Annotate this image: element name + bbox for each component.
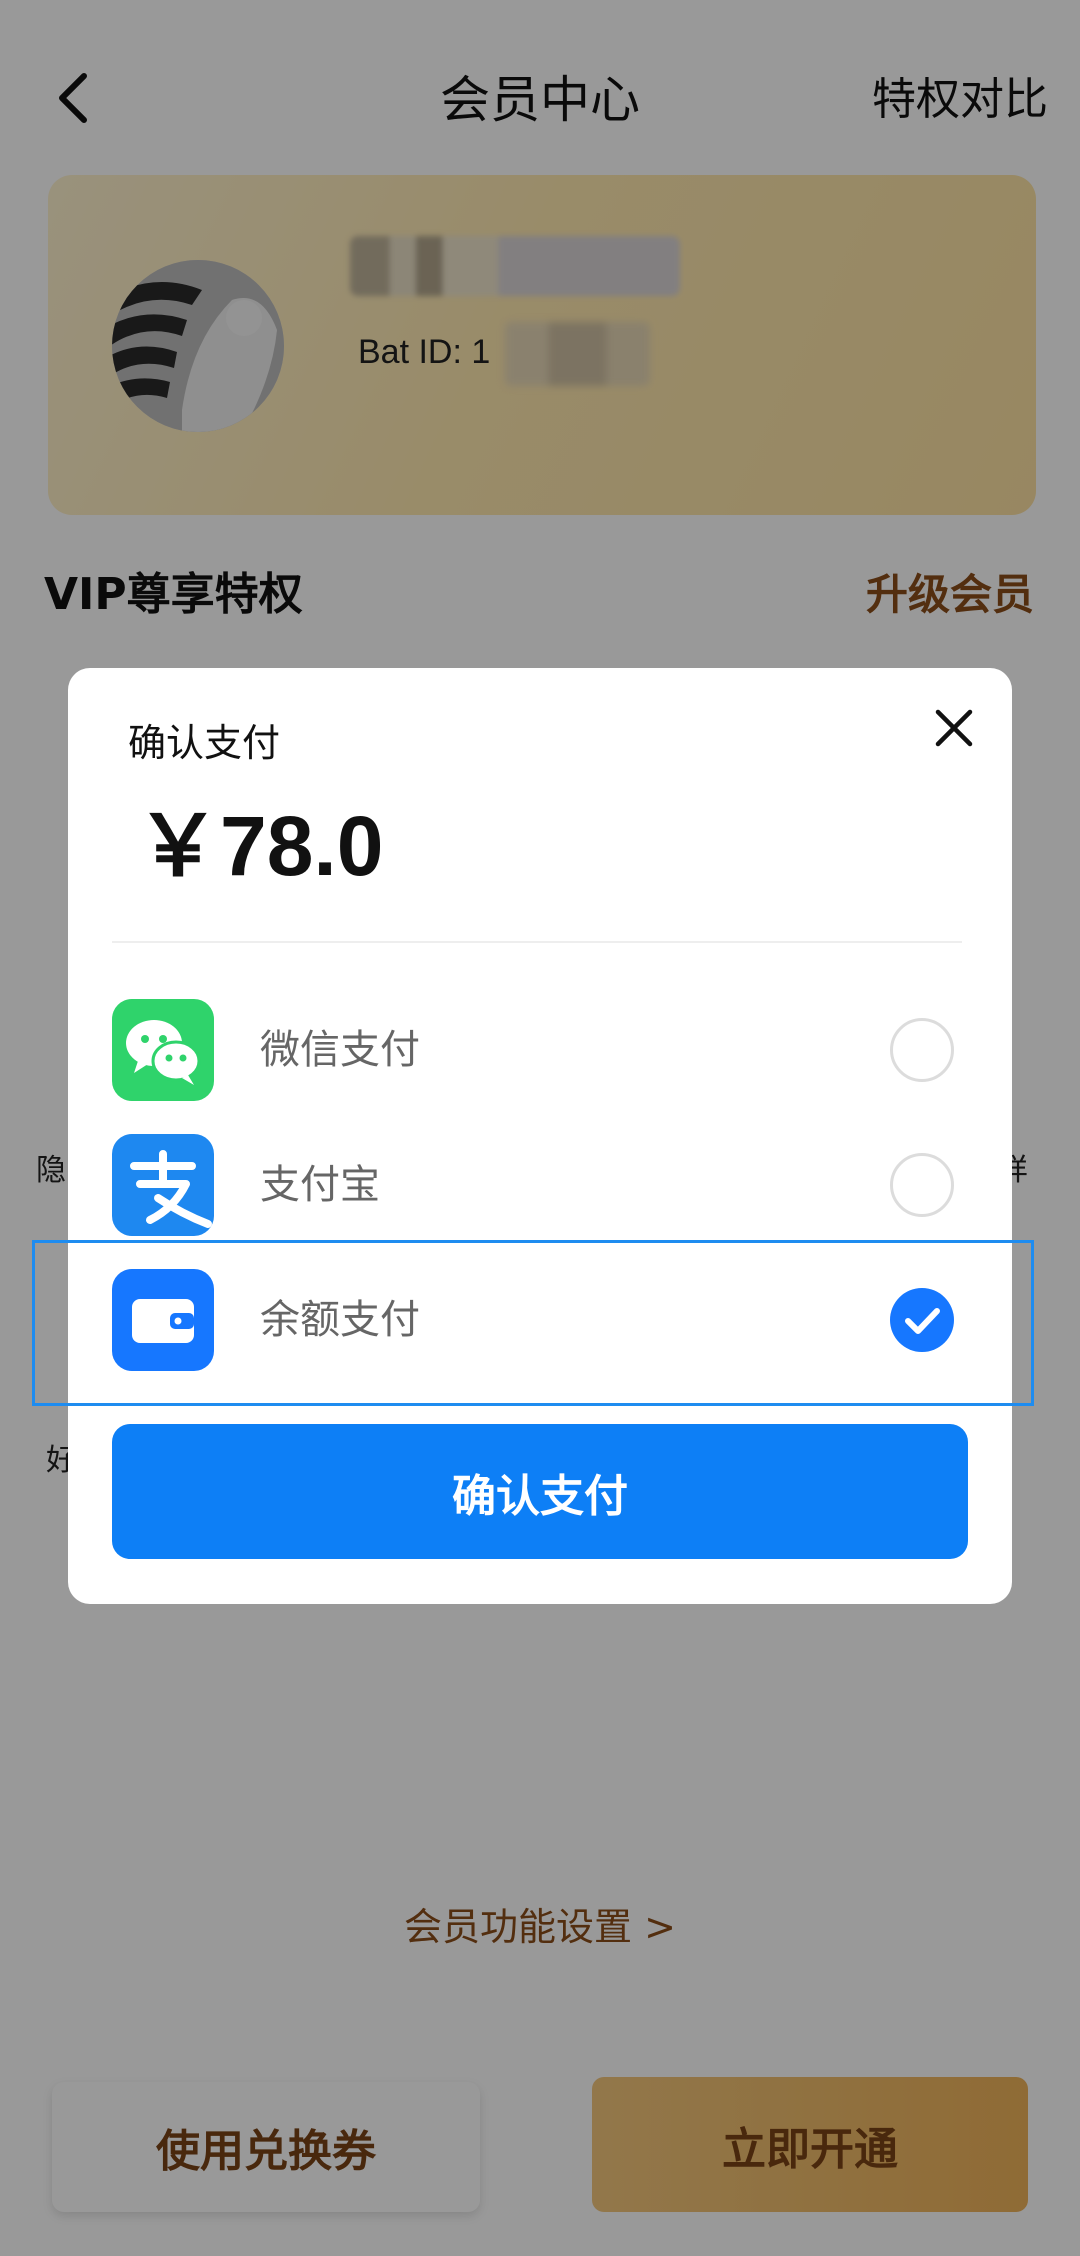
wallet-icon [112, 1269, 214, 1371]
payment-amount: ￥78.0 [136, 799, 384, 893]
payment-option-wechat[interactable]: 微信支付 [68, 985, 1012, 1115]
divider [112, 941, 962, 943]
payment-option-label: 余额支付 [260, 1297, 420, 1343]
radio-checked-icon[interactable] [890, 1288, 954, 1352]
radio-unchecked[interactable] [890, 1018, 954, 1082]
payment-option-label: 支付宝 [260, 1162, 380, 1208]
wechat-pay-icon [112, 999, 214, 1101]
dialog-title: 确认支付 [128, 721, 281, 765]
payment-option-alipay[interactable]: 支付宝 [68, 1120, 1012, 1250]
close-icon[interactable] [928, 702, 980, 754]
payment-option-balance[interactable]: 余额支付 [68, 1255, 1012, 1385]
payment-option-label: 微信支付 [260, 1027, 420, 1073]
confirm-payment-button[interactable]: 确认支付 [112, 1424, 968, 1559]
alipay-icon [112, 1134, 214, 1236]
radio-unchecked[interactable] [890, 1153, 954, 1217]
